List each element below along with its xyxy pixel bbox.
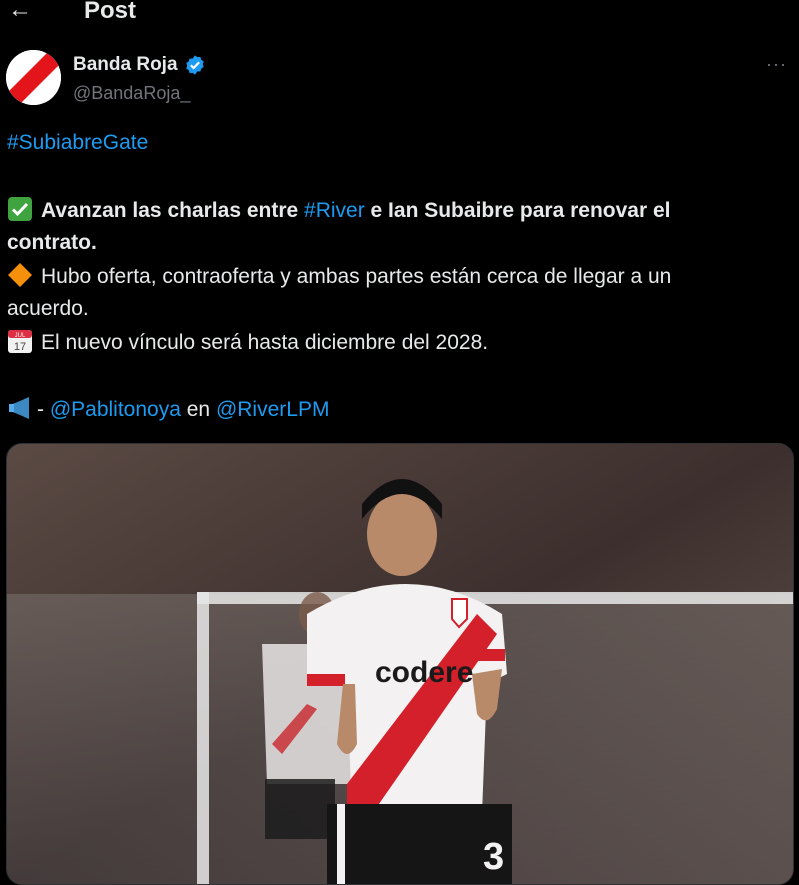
post-text: El nuevo vínculo será hasta diciembre de… (41, 331, 489, 354)
river-sash-avatar-icon (6, 50, 61, 105)
hashtag-link[interactable]: #SubiabreGate (7, 131, 148, 154)
author-name-row[interactable]: Banda Roja (73, 54, 206, 76)
hashtag-line: #SubiabreGate (7, 127, 148, 159)
post-text: acuerdo. (7, 297, 89, 320)
river-hashtag-link[interactable]: #River (304, 199, 365, 222)
post-line-6: - @Pablitonoya en @RiverLPM (7, 394, 329, 426)
top-bar: ← Post (0, 0, 799, 30)
mention-pablitonoya-link[interactable]: @Pablitonoya (50, 398, 181, 421)
mention-riverlpm-link[interactable]: @RiverLPM (216, 398, 330, 421)
player-photo: codere 3 (7, 444, 793, 884)
post-image[interactable]: codere 3 (6, 443, 794, 885)
post-line-2: contrato. (7, 227, 97, 259)
jersey-sponsor-text: codere (375, 656, 473, 689)
author-handle[interactable]: @BandaRoja_ (73, 83, 190, 104)
verified-badge-icon (185, 55, 204, 75)
check-mark-button-icon (8, 197, 32, 221)
calendar-month: JUL (15, 333, 26, 339)
post-line-4: acuerdo. (7, 293, 89, 325)
post-text: e Ian Subaibre para renovar el (364, 199, 671, 222)
more-options-icon[interactable]: ··· (766, 54, 787, 75)
post-line-1: Avanzan las charlas entre #River e Ian S… (7, 195, 671, 227)
calendar-day: 17 (14, 341, 26, 353)
post-text: Hubo oferta, contraoferta y ambas partes… (41, 265, 672, 288)
jersey-number-text: 3 (483, 836, 504, 878)
post-line-5: JUL 17 El nuevo vínculo será hasta dicie… (7, 327, 488, 359)
post-text: - (37, 398, 50, 421)
post-line-3: Hubo oferta, contraoferta y ambas partes… (7, 261, 671, 293)
post-text: contrato. (7, 231, 97, 254)
orange-diamond-icon (8, 263, 32, 287)
page-title: Post (84, 0, 137, 24)
post-text: en (180, 398, 216, 421)
calendar-icon: JUL 17 (8, 330, 32, 353)
avatar[interactable] (6, 50, 61, 105)
back-arrow-icon[interactable]: ← (8, 0, 32, 24)
megaphone-icon (9, 397, 29, 419)
author-name[interactable]: Banda Roja (73, 54, 178, 76)
post-text: Avanzan las charlas entre (41, 199, 305, 222)
